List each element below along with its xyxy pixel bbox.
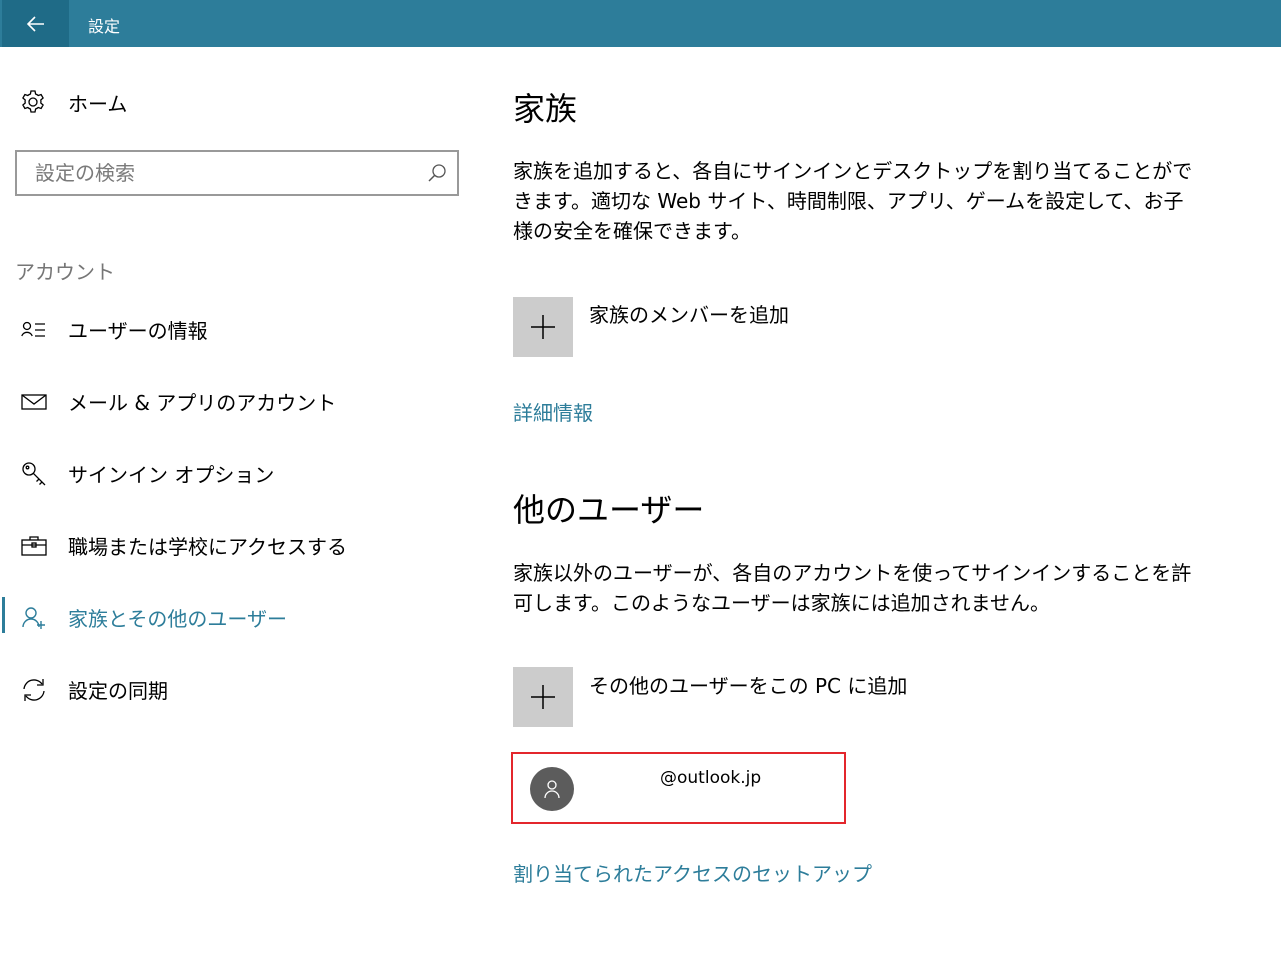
add-other-user-label[interactable]: その他のユーザーをこの PC に追加 [589, 670, 907, 699]
add-family-member-button[interactable] [513, 297, 573, 357]
user-info-icon [20, 316, 48, 344]
user-account-item[interactable]: @outlook.jp [511, 752, 846, 824]
sidebar-item-label: 職場または学校にアクセスする [68, 535, 347, 559]
other-users-description: 家族以外のユーザーが、各自のアカウントを使ってサインインすることを許可します。こ… [513, 561, 1192, 615]
sync-icon [20, 676, 48, 704]
sidebar-item-family-other-users[interactable]: 家族とその他のユーザー [0, 597, 470, 637]
plus-icon [531, 685, 555, 709]
search-icon[interactable] [427, 163, 447, 187]
back-button[interactable] [2, 0, 69, 47]
learn-more-link[interactable]: 詳細情報 [513, 397, 593, 426]
sidebar-item-label: ユーザーの情報 [68, 319, 208, 343]
user-avatar-icon [544, 780, 560, 799]
sidebar-item-label: 家族とその他のユーザー [68, 607, 287, 631]
avatar [530, 767, 574, 811]
sidebar-item-sync-settings[interactable]: 設定の同期 [0, 669, 470, 709]
briefcase-icon [20, 532, 48, 560]
search-input[interactable] [17, 152, 417, 194]
back-arrow-icon [26, 15, 44, 32]
sidebar-item-email-accounts[interactable]: メール & アプリのアカウント [0, 381, 470, 421]
home-nav-item[interactable]: ホーム [20, 88, 127, 116]
sidebar-item-user-info[interactable]: ユーザーの情報 [0, 309, 470, 349]
other-users-heading: 他のユーザー [513, 491, 705, 529]
gear-icon [22, 90, 44, 113]
sidebar-item-sign-in-options[interactable]: サインイン オプション [0, 453, 470, 493]
sidebar-item-label: 設定の同期 [68, 679, 168, 703]
set-up-assigned-access-link[interactable]: 割り当てられたアクセスのセットアップ [513, 858, 872, 887]
accounts-section-label: アカウント [15, 260, 115, 284]
add-other-user-button[interactable] [513, 667, 573, 727]
title-bar: 設定 [0, 0, 1281, 47]
sidebar-item-label: メール & アプリのアカウント [68, 391, 337, 415]
home-label: ホーム [68, 91, 128, 116]
family-heading: 家族 [513, 90, 578, 128]
user-email: @outlook.jp [660, 768, 762, 788]
sidebar-item-label: サインイン オプション [68, 463, 275, 487]
sidebar-item-work-school[interactable]: 職場または学校にアクセスする [0, 525, 470, 565]
window-title: 設定 [88, 17, 121, 36]
add-family-member-label[interactable]: 家族のメンバーを追加 [589, 299, 789, 328]
settings-search-box[interactable] [15, 150, 459, 196]
family-user-icon [20, 604, 48, 632]
family-description: 家族を追加すると、各自にサインインとデスクトップを割り当てることができます。適切… [513, 159, 1193, 243]
mail-icon [20, 388, 48, 416]
key-icon [20, 460, 48, 488]
plus-icon [531, 315, 555, 339]
